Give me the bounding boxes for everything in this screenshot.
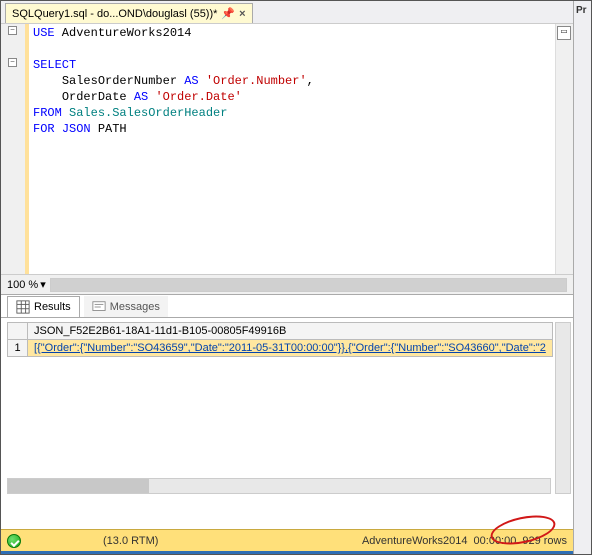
pin-icon[interactable]: 📌 — [221, 7, 235, 20]
alias1: 'Order.Number' — [206, 74, 307, 88]
side-panel-label: Pr — [576, 5, 587, 16]
success-icon — [7, 534, 21, 548]
grid-icon — [16, 300, 30, 314]
side-panel[interactable]: Pr — [573, 1, 591, 554]
results-tabs: Results Messages — [1, 294, 573, 318]
tab-title: SQLQuery1.sql - do...OND\douglasl (55))* — [12, 8, 217, 20]
gutter: − − — [1, 24, 29, 274]
tab-messages-label: Messages — [110, 301, 160, 313]
code-editor[interactable]: USE AdventureWorks2014 SELECT SalesOrder… — [29, 24, 555, 274]
kw-from: FROM — [33, 106, 62, 120]
kw-path: PATH — [98, 122, 127, 136]
status-time: 00:00:00 — [474, 535, 517, 547]
table-row[interactable]: 1 [{"Order":{"Number":"SO43659","Date":"… — [8, 340, 553, 357]
zoom-value: 100 % — [7, 279, 38, 291]
kw-for: FOR — [33, 122, 55, 136]
close-icon[interactable]: × — [239, 8, 245, 20]
kw-json: JSON — [62, 122, 91, 136]
vertical-scrollbar[interactable]: ▭ — [555, 24, 573, 274]
col2: OrderDate — [62, 90, 127, 104]
results-table: JSON_F52E2B61-18A1-11d1-B105-00805F49916… — [7, 322, 553, 357]
column-header[interactable]: JSON_F52E2B61-18A1-11d1-B105-00805F49916… — [28, 323, 553, 340]
tab-results-label: Results — [34, 301, 71, 313]
outline-toggle-icon[interactable]: − — [8, 58, 17, 67]
chevron-down-icon: ▾ — [40, 278, 46, 291]
kw-select: SELECT — [33, 58, 76, 72]
status-database: AdventureWorks2014 — [362, 535, 468, 547]
kw-as: AS — [184, 74, 198, 88]
editor-h-scrollbar[interactable] — [50, 278, 567, 292]
split-icon[interactable]: ▭ — [557, 26, 571, 40]
row-number: 1 — [8, 340, 28, 357]
corner-cell — [8, 323, 28, 340]
alias2: 'Order.Date' — [155, 90, 241, 104]
tab-bar: SQLQuery1.sql - do...OND\douglasl (55))*… — [1, 1, 573, 24]
status-version: (13.0 RTM) — [103, 535, 158, 547]
from-obj: Sales.SalesOrderHeader — [62, 106, 228, 120]
outline-toggle-icon[interactable]: − — [8, 26, 17, 35]
results-v-scrollbar[interactable] — [555, 322, 571, 494]
message-icon — [92, 300, 106, 314]
kw-as: AS — [134, 90, 148, 104]
result-cell[interactable]: [{"Order":{"Number":"SO43659","Date":"20… — [28, 340, 553, 357]
kw-use: USE — [33, 26, 55, 40]
results-h-scrollbar[interactable] — [7, 478, 551, 494]
status-bar: (13.0 RTM) AdventureWorks2014 00:00:00 9… — [1, 529, 573, 551]
zoom-dropdown[interactable]: 100 % ▾ — [7, 278, 46, 291]
db-name: AdventureWorks2014 — [55, 26, 192, 40]
editor-area: − − USE AdventureWorks2014 SELECT SalesO… — [1, 24, 573, 274]
col1: SalesOrderNumber — [62, 74, 177, 88]
results-grid: JSON_F52E2B61-18A1-11d1-B105-00805F49916… — [1, 318, 573, 496]
tab-results[interactable]: Results — [7, 296, 80, 317]
status-rows: 929 rows — [522, 535, 567, 547]
bottom-border — [1, 551, 573, 554]
zoom-bar: 100 % ▾ — [1, 274, 573, 294]
tab-messages[interactable]: Messages — [84, 296, 168, 317]
document-tab[interactable]: SQLQuery1.sql - do...OND\douglasl (55))*… — [5, 3, 253, 23]
